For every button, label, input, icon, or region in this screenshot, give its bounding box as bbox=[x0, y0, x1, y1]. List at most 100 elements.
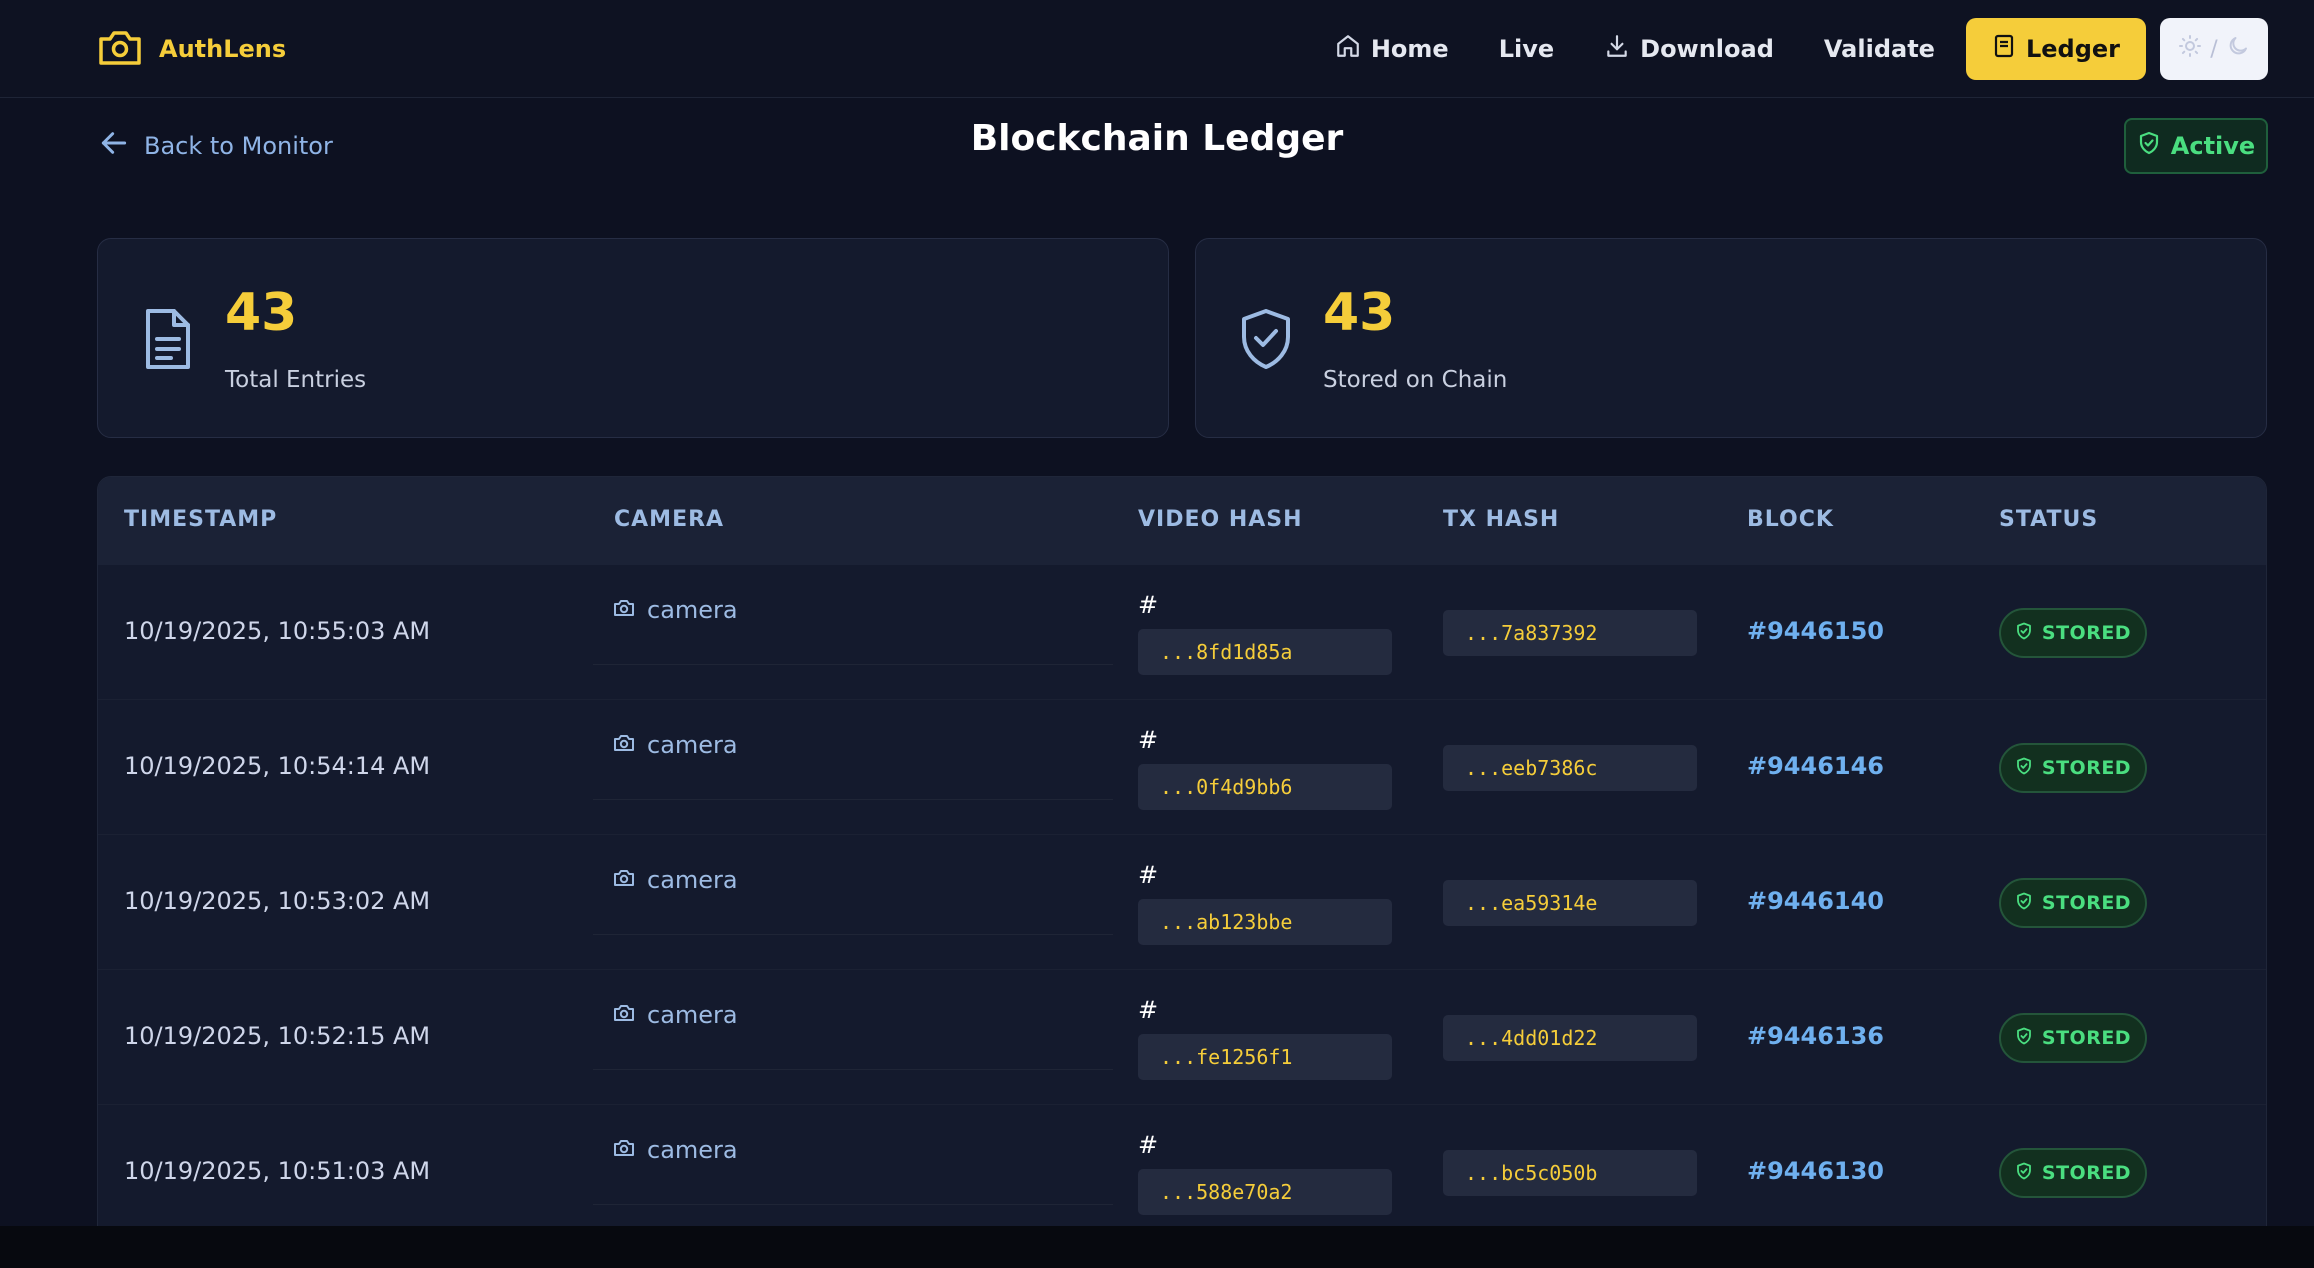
tx-hash-value[interactable]: ...eeb7386c bbox=[1443, 745, 1697, 791]
status-label: STORED bbox=[2041, 892, 2132, 914]
camera-icon bbox=[613, 866, 635, 894]
shield-check-icon bbox=[2015, 892, 2033, 915]
camera-icon bbox=[613, 1136, 635, 1164]
table-row[interactable]: 10/19/2025, 10:53:02 AM camera # ...ab12… bbox=[98, 835, 2266, 970]
status-label: STORED bbox=[2041, 1027, 2132, 1049]
shield-check-icon bbox=[1238, 307, 1294, 375]
table-row[interactable]: 10/19/2025, 10:51:03 AM camera # ...588e… bbox=[98, 1105, 2266, 1235]
app-root: AuthLens Home Live Download Validate Led… bbox=[0, 0, 2314, 1268]
nav-live-label: Live bbox=[1498, 35, 1555, 63]
shield-check-icon bbox=[2015, 622, 2033, 645]
document-icon bbox=[140, 307, 196, 375]
camera-label-wrap: camera bbox=[613, 731, 738, 759]
block-link[interactable]: #9446150 bbox=[1747, 617, 1884, 645]
stored-status-badge: STORED bbox=[1999, 1013, 2147, 1063]
stored-status-badge: STORED bbox=[1999, 608, 2147, 658]
block-link[interactable]: #9446130 bbox=[1747, 1157, 1884, 1185]
tx-hash-value[interactable]: ...ea59314e bbox=[1443, 880, 1697, 926]
nav-validate[interactable]: Validate bbox=[1799, 18, 1960, 80]
camera-name: camera bbox=[647, 1136, 738, 1164]
camera-cell: camera bbox=[593, 970, 1113, 1070]
stat-value: 43 bbox=[1323, 283, 1396, 343]
nav-ledger-label: Ledger bbox=[2025, 35, 2120, 63]
block-link[interactable]: #9446146 bbox=[1747, 752, 1884, 780]
ledger-book-icon bbox=[1992, 33, 2016, 65]
camera-cell: camera bbox=[593, 700, 1113, 800]
nav-validate-label: Validate bbox=[1823, 35, 1935, 63]
top-nav: AuthLens Home Live Download Validate Led… bbox=[0, 0, 2314, 98]
table-row[interactable]: 10/19/2025, 10:52:15 AM camera # ...fe12… bbox=[98, 970, 2266, 1105]
camera-name: camera bbox=[647, 596, 738, 624]
timestamp-cell: 10/19/2025, 10:51:03 AM bbox=[124, 1157, 431, 1185]
stored-status-badge: STORED bbox=[1999, 743, 2147, 793]
active-status-badge: Active bbox=[2124, 118, 2268, 174]
timestamp-cell: 10/19/2025, 10:53:02 AM bbox=[124, 887, 431, 915]
tx-hash-value[interactable]: ...4dd01d22 bbox=[1443, 1015, 1697, 1061]
shield-check-icon bbox=[2137, 131, 2161, 161]
stored-status-badge: STORED bbox=[1999, 878, 2147, 928]
brand[interactable]: AuthLens bbox=[97, 26, 286, 72]
video-hash-value[interactable]: ...588e70a2 bbox=[1138, 1169, 1392, 1215]
column-header-status[interactable]: STATUS bbox=[1999, 507, 2098, 532]
nav-download[interactable]: Download bbox=[1579, 18, 1799, 80]
table-row[interactable]: 10/19/2025, 10:55:03 AM camera # ...8fd1… bbox=[98, 565, 2266, 700]
status-label: STORED bbox=[2041, 757, 2132, 779]
video-hash-value[interactable]: ...8fd1d85a bbox=[1138, 629, 1392, 675]
camera-name: camera bbox=[647, 731, 738, 759]
column-header-timestamp[interactable]: TIMESTAMP bbox=[124, 507, 277, 532]
status-label: STORED bbox=[2041, 1162, 2132, 1184]
video-hash-value[interactable]: ...0f4d9bb6 bbox=[1138, 764, 1392, 810]
camera-icon bbox=[613, 731, 635, 759]
theme-toggle[interactable]: / bbox=[2160, 18, 2268, 80]
table-row[interactable]: 10/19/2025, 10:54:14 AM camera # ...0f4d… bbox=[98, 700, 2266, 835]
hash-symbol: # bbox=[1138, 861, 1159, 889]
timestamp-cell: 10/19/2025, 10:52:15 AM bbox=[124, 1022, 431, 1050]
download-icon bbox=[1604, 33, 1630, 65]
camera-label-wrap: camera bbox=[613, 596, 738, 624]
block-link[interactable]: #9446140 bbox=[1747, 887, 1884, 915]
hash-symbol: # bbox=[1138, 996, 1159, 1024]
moon-icon bbox=[2226, 34, 2250, 64]
status-label: STORED bbox=[2041, 622, 2132, 644]
column-header-video-hash[interactable]: VIDEO HASH bbox=[1138, 507, 1303, 532]
tx-hash-value[interactable]: ...7a837392 bbox=[1443, 610, 1697, 656]
brand-name: AuthLens bbox=[159, 35, 287, 63]
nav-items: Home Live Download Validate Ledger / bbox=[1310, 18, 2268, 80]
camera-cell: camera bbox=[593, 565, 1113, 665]
timestamp-cell: 10/19/2025, 10:55:03 AM bbox=[124, 617, 431, 645]
nav-home-label: Home bbox=[1370, 35, 1449, 63]
camera-cell: camera bbox=[593, 835, 1113, 935]
nav-ledger[interactable]: Ledger bbox=[1965, 18, 2146, 80]
camera-label-wrap: camera bbox=[613, 1001, 738, 1029]
column-header-block[interactable]: BLOCK bbox=[1747, 507, 1834, 532]
nav-home[interactable]: Home bbox=[1310, 18, 1474, 80]
hash-symbol: # bbox=[1138, 1131, 1159, 1159]
block-link[interactable]: #9446136 bbox=[1747, 1022, 1884, 1050]
column-header-camera[interactable]: CAMERA bbox=[614, 507, 724, 532]
camera-icon bbox=[613, 596, 635, 624]
stored-status-badge: STORED bbox=[1999, 1148, 2147, 1198]
camera-name: camera bbox=[647, 1001, 738, 1029]
camera-name: camera bbox=[647, 866, 738, 894]
stat-value: 43 bbox=[225, 283, 298, 343]
hash-symbol: # bbox=[1138, 591, 1159, 619]
column-header-tx-hash[interactable]: TX HASH bbox=[1443, 507, 1559, 532]
stat-label: Stored on Chain bbox=[1323, 367, 1508, 393]
timestamp-cell: 10/19/2025, 10:54:14 AM bbox=[124, 752, 431, 780]
stat-label: Total Entries bbox=[225, 367, 367, 393]
video-hash-value[interactable]: ...ab123bbe bbox=[1138, 899, 1392, 945]
active-status-label: Active bbox=[2170, 132, 2256, 160]
video-hash-value[interactable]: ...fe1256f1 bbox=[1138, 1034, 1392, 1080]
stat-card-stored-on-chain: 43 Stored on Chain bbox=[1195, 238, 2267, 438]
nav-live[interactable]: Live bbox=[1474, 18, 1579, 80]
stat-card-total-entries: 43 Total Entries bbox=[97, 238, 1169, 438]
camera-cell: camera bbox=[593, 1105, 1113, 1205]
ledger-table: TIMESTAMP CAMERA VIDEO HASH TX HASH BLOC… bbox=[97, 476, 2267, 1236]
camera-label-wrap: camera bbox=[613, 866, 738, 894]
camera-icon bbox=[613, 1001, 635, 1029]
nav-download-label: Download bbox=[1640, 35, 1774, 63]
hash-symbol: # bbox=[1138, 726, 1159, 754]
shield-check-icon bbox=[2015, 757, 2033, 780]
tx-hash-value[interactable]: ...bc5c050b bbox=[1443, 1150, 1697, 1196]
bottom-strip bbox=[0, 1226, 2314, 1268]
